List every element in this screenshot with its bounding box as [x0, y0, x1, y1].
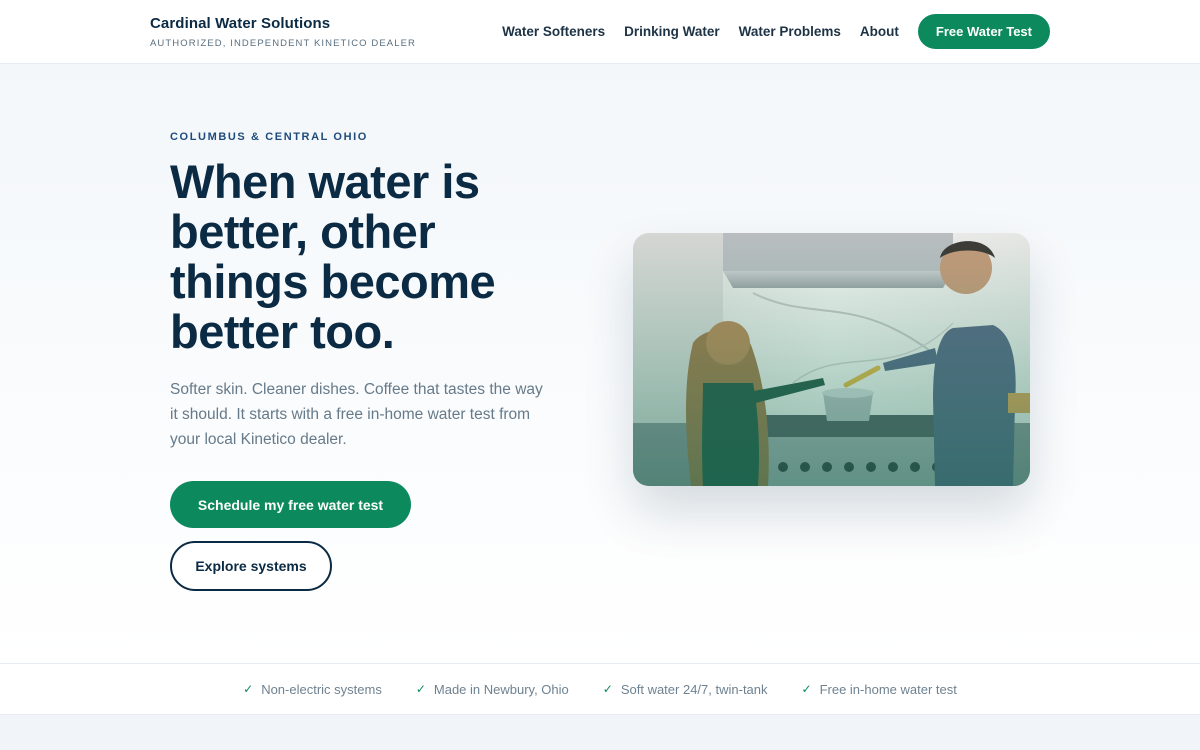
nav-link-water-problems[interactable]: Water Problems [739, 24, 841, 39]
trust-item: ✓ Non-electric systems [243, 682, 382, 697]
nav-link-drinking-water[interactable]: Drinking Water [624, 24, 720, 39]
hero-eyebrow: COLUMBUS & CENTRAL OHIO [170, 131, 368, 143]
hero-section: COLUMBUS & CENTRAL OHIO When water is be… [0, 64, 1200, 663]
brand-tagline: AUTHORIZED, INDEPENDENT KINETICO DEALER [150, 38, 417, 49]
trust-item-label: Soft water 24/7, twin-tank [620, 681, 768, 697]
nav-link-about[interactable]: About [860, 24, 899, 39]
free-water-test-button[interactable]: Free Water Test [917, 14, 1050, 49]
check-icon: ✓ [602, 682, 613, 696]
check-icon: ✓ [243, 682, 254, 696]
next-section-band [0, 715, 1200, 750]
hero-headline: When water is better, other things becom… [170, 155, 496, 358]
trust-item-label: Non-electric systems [261, 681, 382, 697]
trust-bar: ✓ Non-electric systems ✓ Made in Newbury… [0, 663, 1200, 715]
trust-item: ✓ Soft water 24/7, twin-tank [603, 682, 768, 697]
kitchen-photo-icon [633, 233, 1030, 486]
brand-name[interactable]: Cardinal Water Solutions [150, 15, 416, 32]
schedule-water-test-button[interactable]: Schedule my free water test [170, 481, 411, 528]
trust-item-label: Made in Newbury, Ohio [433, 681, 569, 697]
nav-link-water-softeners[interactable]: Water Softeners [502, 24, 605, 39]
main-nav: Water Softeners Drinking Water Water Pro… [502, 14, 1050, 49]
trust-item: ✓ Free in-home water test [802, 682, 957, 697]
hero-lede: Softer skin. Cleaner dishes. Coffee that… [170, 381, 543, 448]
check-icon: ✓ [801, 682, 812, 696]
trust-item: ✓ Made in Newbury, Ohio [416, 682, 569, 697]
brand[interactable]: Cardinal Water Solutions AUTHORIZED, IND… [150, 15, 416, 49]
explore-systems-button[interactable]: Explore systems [170, 541, 332, 591]
check-icon: ✓ [415, 682, 426, 696]
trust-item-label: Free in-home water test [819, 681, 957, 697]
hero-photo [633, 233, 1030, 486]
site-header: Cardinal Water Solutions AUTHORIZED, IND… [0, 0, 1200, 64]
